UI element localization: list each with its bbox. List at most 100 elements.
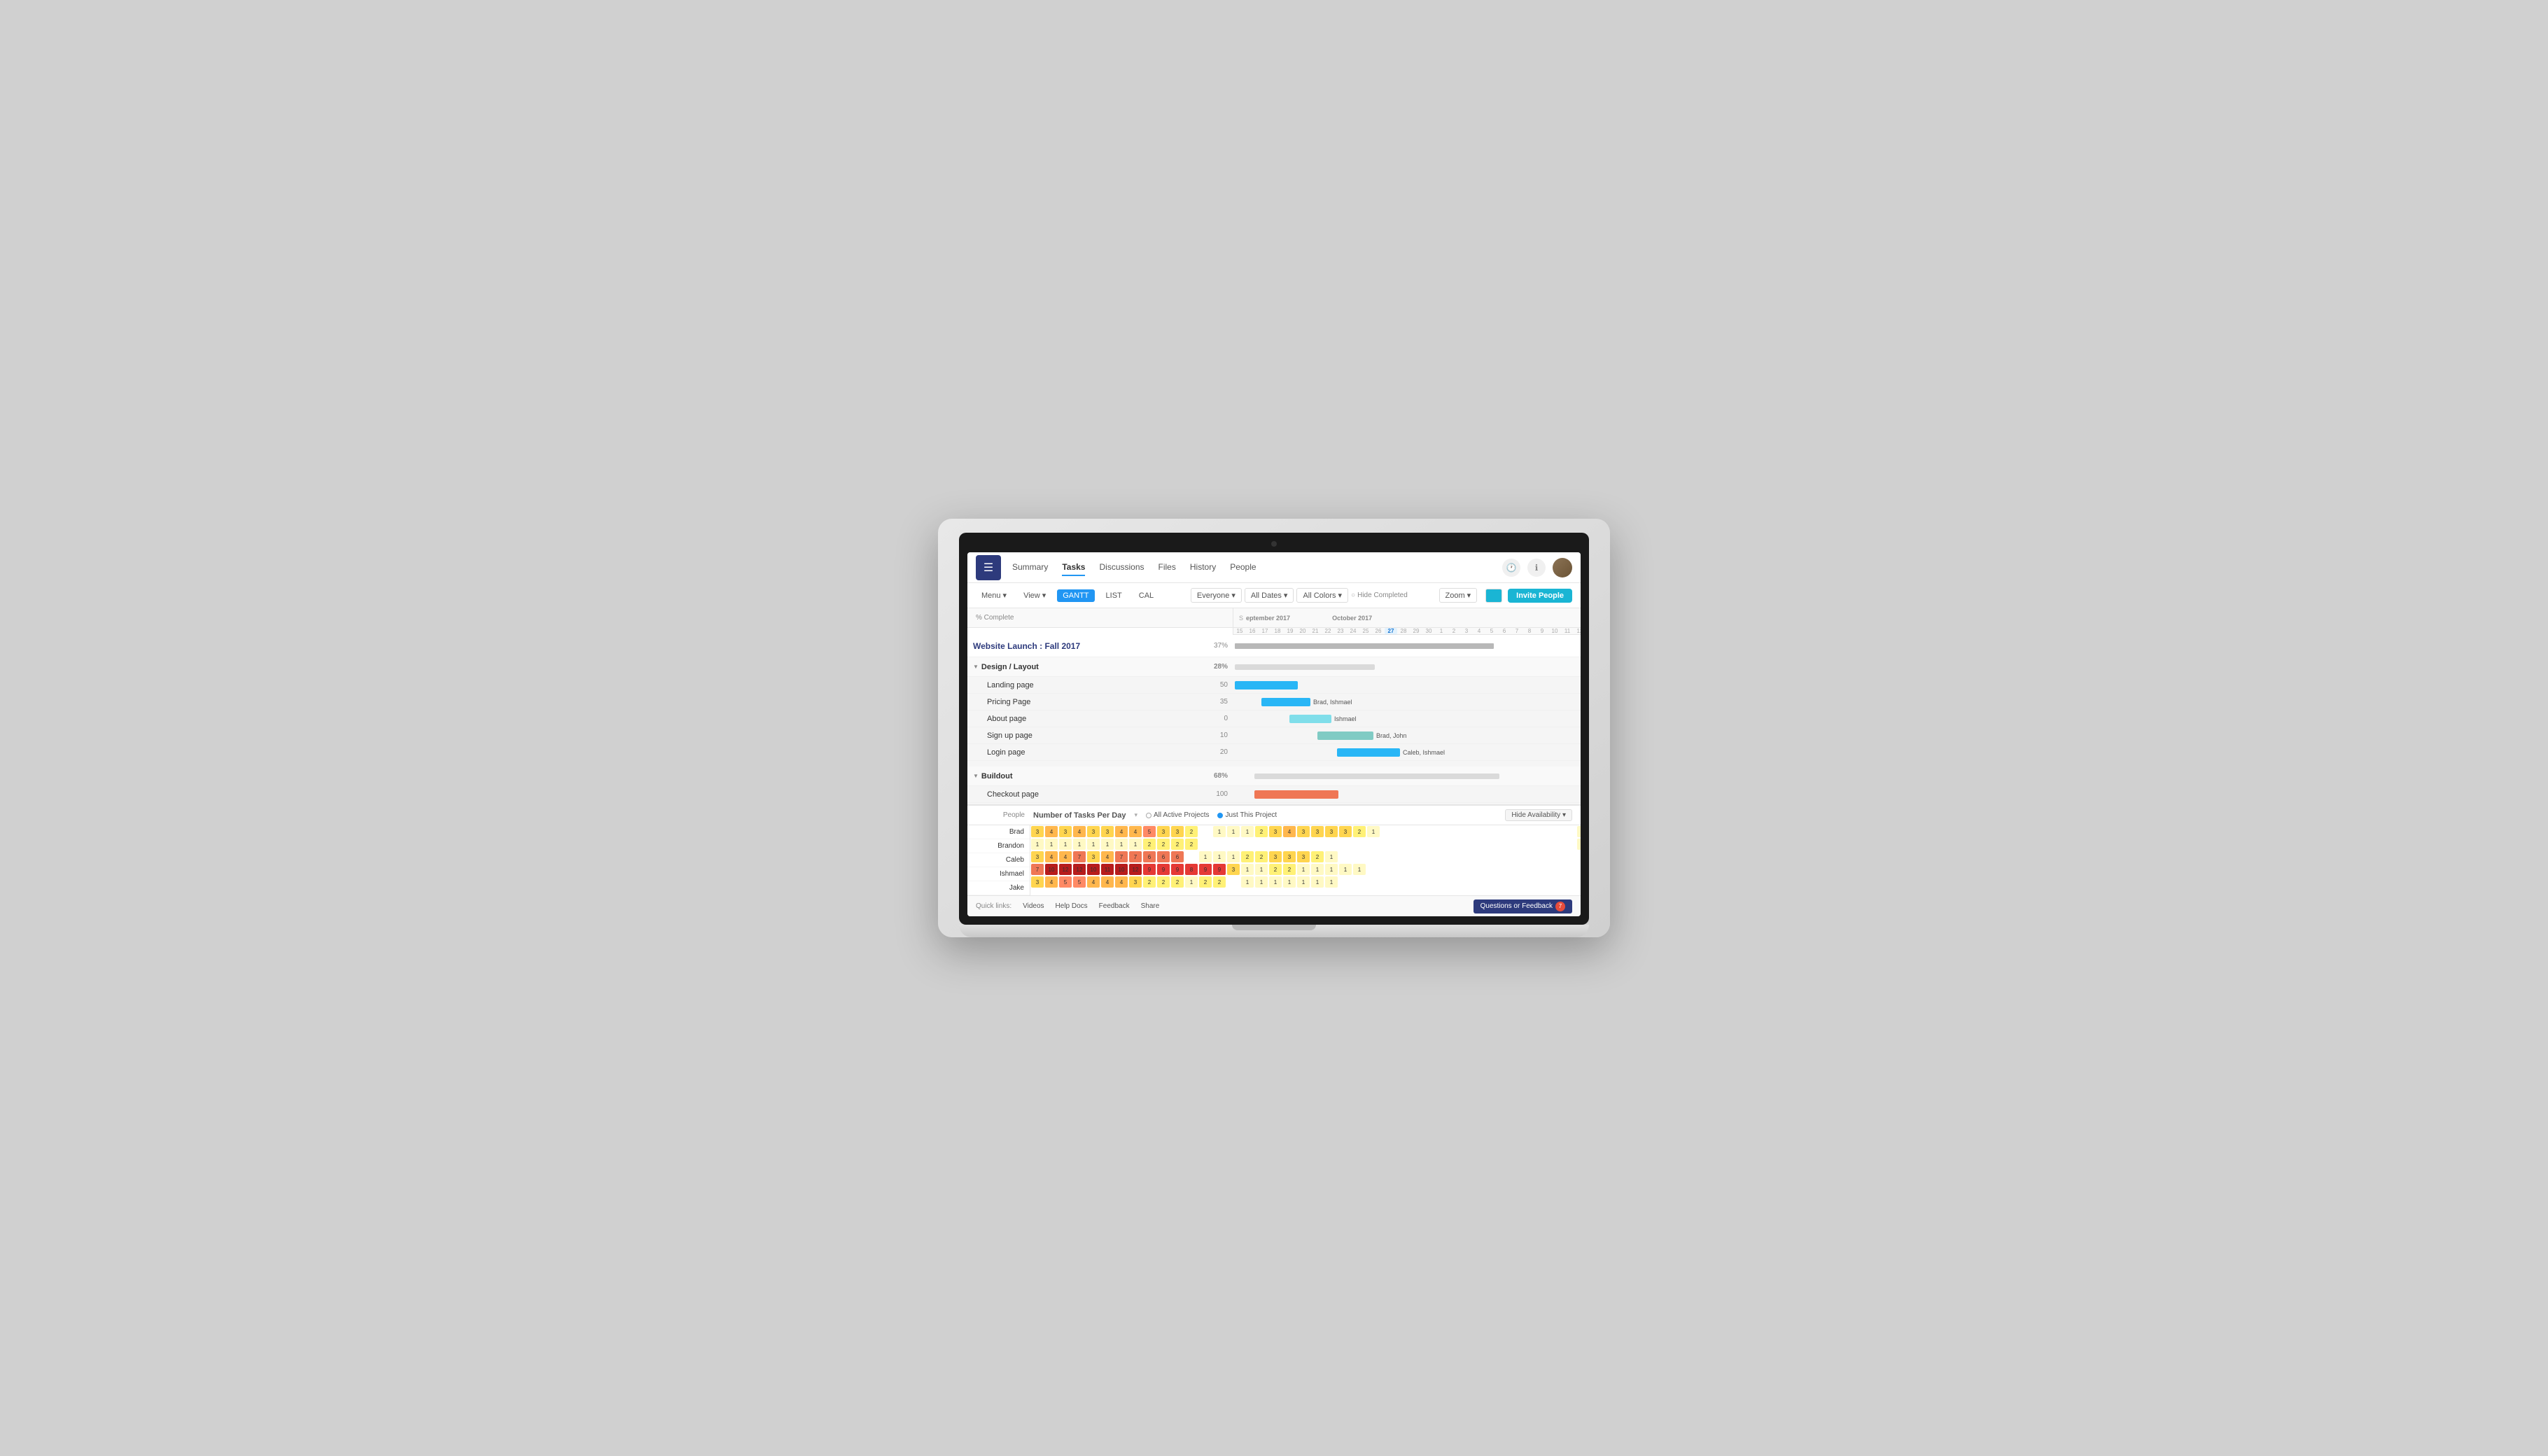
heat-cell-ishmael-28 xyxy=(1423,864,1436,875)
questions-feedback-button[interactable]: Questions or Feedback 7 xyxy=(1474,899,1572,913)
list-button[interactable]: LIST xyxy=(1100,589,1128,602)
footer-feedback[interactable]: Feedback xyxy=(1099,902,1130,910)
heat-cell-jason-10 xyxy=(1171,889,1184,895)
hide-completed-label[interactable]: ○ Hide Completed xyxy=(1351,592,1408,599)
heat-cell-ishmael-5: 11 xyxy=(1101,864,1114,875)
color-swatch[interactable] xyxy=(1485,589,1502,603)
quicklinks-label: Quick links: xyxy=(976,902,1011,910)
this-project-option[interactable]: Just This Project xyxy=(1217,811,1277,819)
tab-people[interactable]: People xyxy=(1230,559,1256,576)
tab-summary[interactable]: Summary xyxy=(1012,559,1048,576)
task-signup-row: Sign up page 10 Brad, John xyxy=(967,727,1581,744)
tab-discussions[interactable]: Discussions xyxy=(1099,559,1144,576)
gantt-scroll-area[interactable]: Website Launch : Fall 2017 37% ▼ De xyxy=(967,635,1581,804)
dropdown-indicator[interactable]: ▾ xyxy=(1134,811,1138,819)
hide-availability-button[interactable]: Hide Availability ▾ xyxy=(1505,809,1572,821)
task-signup-name: Sign up page xyxy=(987,732,1203,740)
day-6: 6 xyxy=(1498,628,1511,634)
heat-cell-ishmael-39 xyxy=(1577,864,1581,875)
heat-cell-jake-12: 2 xyxy=(1199,876,1212,888)
heat-cell-ishmael-22: 1 xyxy=(1339,864,1352,875)
heat-cell-jake-35 xyxy=(1521,876,1534,888)
task-signup-left: Sign up page 10 xyxy=(967,732,1233,740)
section-buildout-percent: 68% xyxy=(1203,772,1228,780)
tab-files[interactable]: Files xyxy=(1158,559,1176,576)
heat-cell-jake-18: 1 xyxy=(1283,876,1296,888)
section-buildout-left: ▼ Buildout 68% xyxy=(967,772,1233,780)
heat-cell-caleb-16: 2 xyxy=(1255,851,1268,862)
heat-cell-jake-22 xyxy=(1339,876,1352,888)
footer-videos[interactable]: Videos xyxy=(1023,902,1044,910)
heat-cell-ishmael-16: 1 xyxy=(1255,864,1268,875)
heat-cell-brandon-17 xyxy=(1269,839,1282,850)
heat-cell-jason-22 xyxy=(1339,889,1352,895)
task-pricing-gantt: Brad, Ishmael xyxy=(1233,694,1581,710)
app-logo[interactable]: ☰ xyxy=(976,555,1001,580)
heat-cell-caleb-27 xyxy=(1409,851,1422,862)
cal-button[interactable]: CAL xyxy=(1133,589,1159,602)
heat-cell-caleb-39 xyxy=(1577,851,1581,862)
zoom-button[interactable]: Zoom ▾ xyxy=(1439,588,1478,603)
heatmap-row-caleb: 344734776661112233321 xyxy=(1030,850,1581,863)
heat-cell-ishmael-3: 12 xyxy=(1073,864,1086,875)
project-bar xyxy=(1235,643,1494,649)
info-icon[interactable]: ℹ xyxy=(1527,559,1546,577)
heat-cell-brandon-39: 1 xyxy=(1577,839,1581,850)
design-toggle[interactable]: ▼ xyxy=(973,664,979,670)
heat-cell-jason-16 xyxy=(1255,889,1268,895)
heat-cell-caleb-20: 2 xyxy=(1311,851,1324,862)
tab-history[interactable]: History xyxy=(1190,559,1216,576)
heat-cell-caleb-3: 7 xyxy=(1073,851,1086,862)
colors-dropdown[interactable]: All Colors ▾ xyxy=(1296,588,1348,603)
heat-cell-jason-13 xyxy=(1213,889,1226,895)
gantt-button[interactable]: GANTT xyxy=(1057,589,1094,602)
day-5: 5 xyxy=(1485,628,1498,634)
user-avatar[interactable] xyxy=(1553,558,1572,578)
view-button[interactable]: View ▾ xyxy=(1018,589,1051,602)
invite-button[interactable]: Invite People xyxy=(1508,589,1572,603)
day-7: 7 xyxy=(1511,628,1523,634)
main-area: % Complete S eptember 2017 October 2017 … xyxy=(967,608,1581,895)
bottom-grid: Brad Brandon Caleb Ishmael Jake Jason 34… xyxy=(967,825,1581,895)
all-projects-option[interactable]: All Active Projects xyxy=(1146,811,1209,819)
day-20: 20 xyxy=(1296,628,1309,634)
signup-label: Brad, John xyxy=(1376,732,1407,739)
project-left: Website Launch : Fall 2017 37% xyxy=(967,641,1233,651)
heat-cell-ishmael-38 xyxy=(1563,864,1576,875)
checkout-bar xyxy=(1254,790,1338,799)
tab-tasks[interactable]: Tasks xyxy=(1062,559,1085,576)
heat-cell-caleb-15: 2 xyxy=(1241,851,1254,862)
day-numbers: 15 16 17 18 19 20 21 22 23 24 25 26 xyxy=(1233,628,1581,635)
heat-cell-brad-31 xyxy=(1465,826,1478,837)
heat-cell-ishmael-24 xyxy=(1367,864,1380,875)
percent-complete-label: % Complete xyxy=(976,614,1224,622)
heat-cell-jake-20: 1 xyxy=(1311,876,1324,888)
laptop-body: ☰ Summary Tasks Discussions Files Histor… xyxy=(938,519,1610,937)
people-column: Brad Brandon Caleb Ishmael Jake Jason xyxy=(967,825,1030,895)
heat-cell-jake-9: 2 xyxy=(1157,876,1170,888)
heat-cell-ishmael-18: 2 xyxy=(1283,864,1296,875)
day-3: 3 xyxy=(1460,628,1473,634)
footer-share[interactable]: Share xyxy=(1141,902,1160,910)
task-checkout-name: Checkout page xyxy=(987,790,1203,799)
menu-button[interactable]: Menu ▾ xyxy=(976,589,1012,602)
heat-cell-jake-39 xyxy=(1577,876,1581,888)
clock-icon[interactable]: 🕐 xyxy=(1502,559,1520,577)
buildout-toggle[interactable]: ▼ xyxy=(973,773,979,779)
heat-cell-brad-37 xyxy=(1549,826,1562,837)
heat-cell-ishmael-12: 9 xyxy=(1199,864,1212,875)
dates-dropdown[interactable]: All Dates ▾ xyxy=(1245,588,1294,603)
heat-cell-brandon-5: 1 xyxy=(1101,839,1114,850)
heat-cell-brandon-19 xyxy=(1297,839,1310,850)
task-login-left: Login page 20 xyxy=(967,748,1233,757)
heat-cell-jake-21: 1 xyxy=(1325,876,1338,888)
day-15: 15 xyxy=(1233,628,1246,634)
heat-cell-caleb-31 xyxy=(1465,851,1478,862)
footer-helpdocs[interactable]: Help Docs xyxy=(1056,902,1088,910)
heat-cell-jason-4 xyxy=(1087,889,1100,895)
project-percent: 37% xyxy=(1203,642,1228,650)
task-checkout-row: Checkout page 100 xyxy=(967,786,1581,803)
heat-cell-brandon-6: 1 xyxy=(1115,839,1128,850)
everyone-dropdown[interactable]: Everyone ▾ xyxy=(1191,588,1242,603)
heat-cell-brad-24: 1 xyxy=(1367,826,1380,837)
